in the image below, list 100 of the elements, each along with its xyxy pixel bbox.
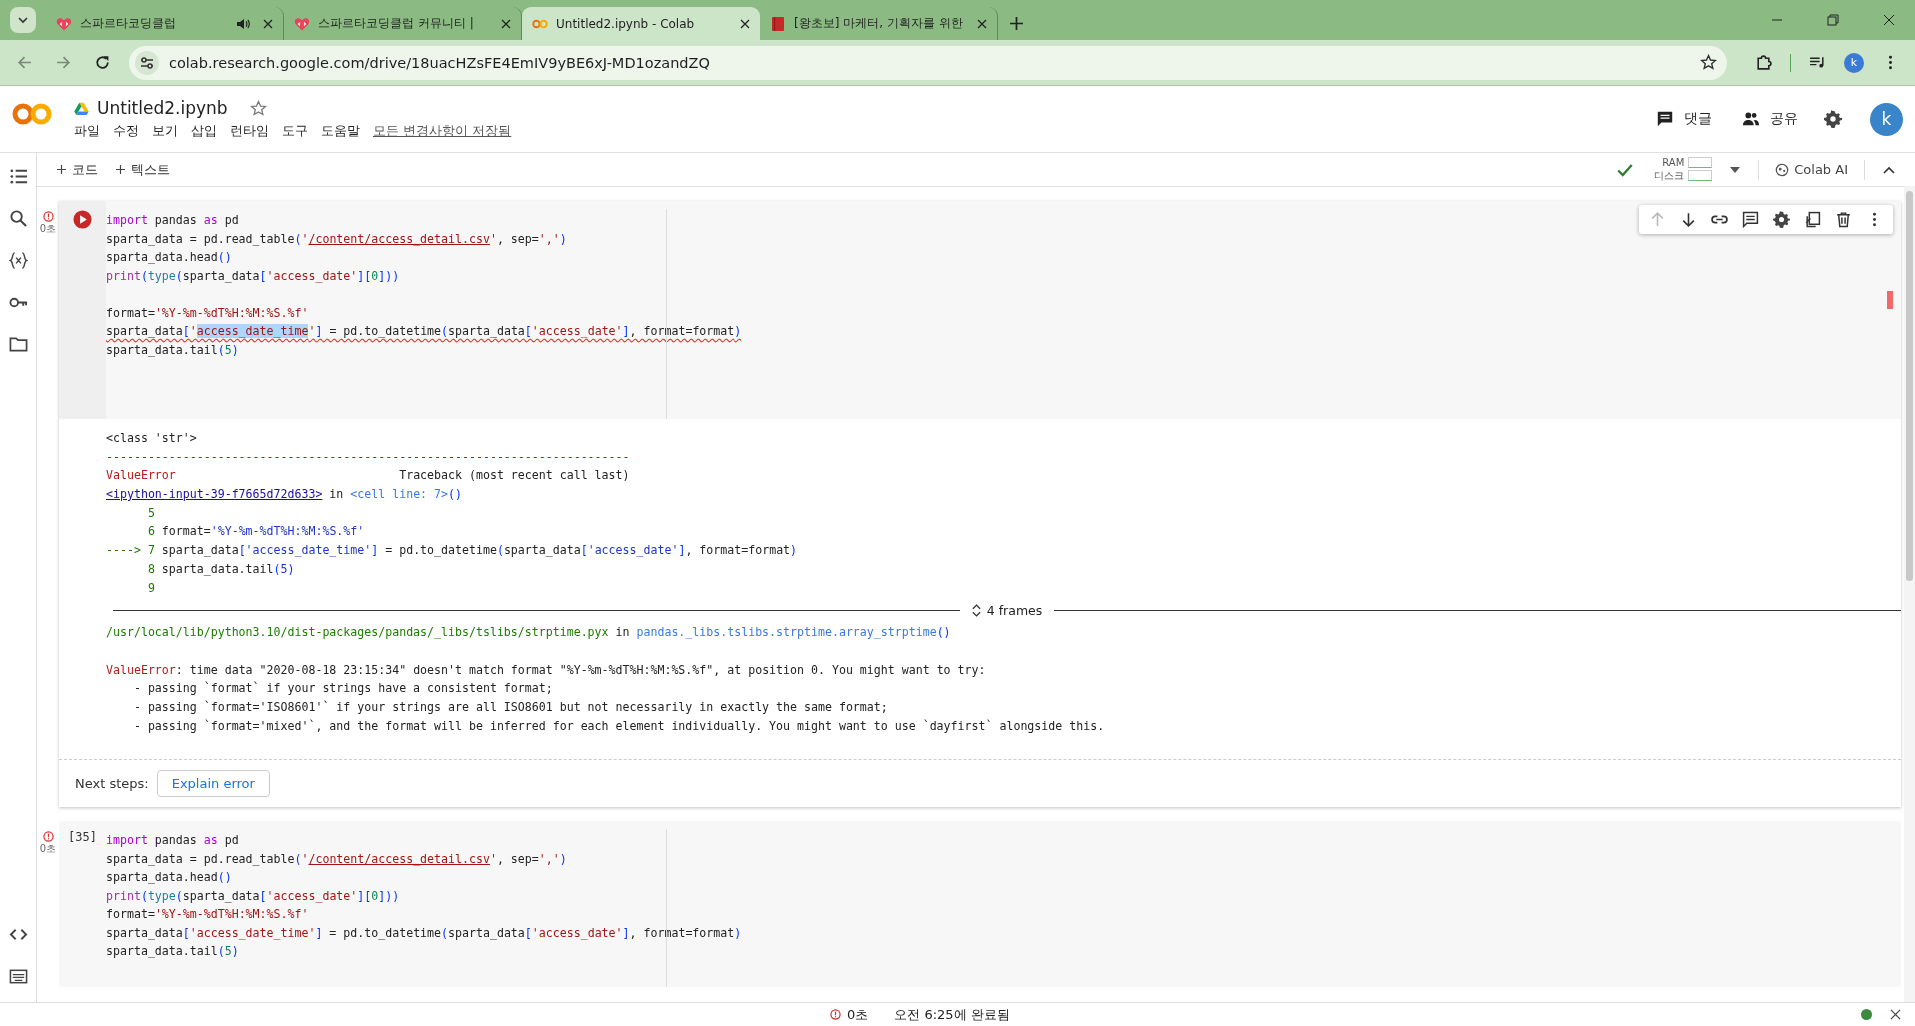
comment-icon[interactable] <box>1742 211 1759 228</box>
close-icon[interactable] <box>501 18 511 29</box>
menu-item[interactable]: 파일 <box>74 122 100 140</box>
status-message: 오전 6:25에 완료됨 <box>894 1005 1010 1024</box>
error-marker <box>1887 291 1893 309</box>
output-line: ----> 7 sparta_data['access_date_time'] = pd.to_datetime(sparta_data['access_date'], format=format) <box>106 542 798 560</box>
puzzle-icon[interactable] <box>1755 54 1772 71</box>
menu-item[interactable]: 보기 <box>152 122 178 140</box>
code-line: sparta_data = pd.read_table('/content/access_detail.csv', sep=',') <box>106 230 567 248</box>
restore-icon[interactable] <box>1827 14 1839 26</box>
chevron-down-icon <box>17 14 29 26</box>
output-line: /usr/local/lib/python3.10/dist-packages/pandas/_libs/tslibs/strptime.pyx in pandas._libs.tslibs.strptime.array_strptime() <box>106 624 951 642</box>
folder-icon[interactable] <box>8 335 28 354</box>
menu-item[interactable]: 삽입 <box>191 122 217 140</box>
settings-icon[interactable] <box>1773 211 1790 228</box>
address-field[interactable]: colab.research.google.com/drive/18uacHZsFE4EmIV9yBE6xJ-MD1ozandZQ <box>129 45 1727 80</box>
trash-icon[interactable] <box>1835 211 1852 228</box>
close-icon[interactable] <box>1883 14 1895 26</box>
table-of-contents-icon[interactable] <box>8 167 28 186</box>
code-cell[interactable] <box>59 201 1901 808</box>
colab-ai-button[interactable]: Colab AI <box>1769 161 1854 178</box>
heart-code-icon <box>294 15 310 32</box>
code-line: format='%Y-%m-%dT%H:%M:%S.%f' <box>106 304 309 322</box>
output-line: ValueError Traceback (most recent call last) <box>106 467 630 485</box>
code-line: import pandas as pd <box>106 832 239 850</box>
code-line: sparta_data.tail(5) <box>106 341 239 359</box>
output-line: --------------------------------------------------------------------------- <box>106 448 630 466</box>
tab-title: Untitled2.ipynb - Colab <box>556 16 696 31</box>
output-line: - passing `format` if your strings have a consistent format; <box>132 680 553 698</box>
ram-label: RAM <box>1662 156 1685 168</box>
drive-icon[interactable] <box>74 101 89 115</box>
menu-item[interactable]: 도움말 <box>321 122 360 140</box>
people-icon <box>1742 110 1760 128</box>
book-icon <box>770 15 786 32</box>
colab-logo-icon[interactable] <box>12 102 52 126</box>
traceback-link[interactable]: <ipython-input-39-f7665d72d633> <box>106 487 323 502</box>
disk-label: 디스크 <box>1654 168 1685 183</box>
code-line: sparta_data.tail(5) <box>106 943 239 961</box>
comment-icon <box>1656 110 1674 128</box>
output-line: 9 <box>146 579 155 597</box>
reload-icon[interactable] <box>94 54 111 71</box>
save-status-link[interactable]: 모든 변경사항이 저장됨 <box>373 122 512 140</box>
menu-item[interactable]: 수정 <box>113 122 139 140</box>
tab-title: 스파르타코딩클럽 커뮤니티 | <box>318 15 475 32</box>
close-icon[interactable] <box>263 18 273 29</box>
variables-icon[interactable] <box>8 251 28 270</box>
close-icon[interactable] <box>740 18 750 29</box>
add-text-button[interactable]: 텍스트 <box>112 158 174 181</box>
tab-search-button[interactable] <box>10 7 36 33</box>
run-button[interactable] <box>73 210 92 229</box>
ram-meter <box>1688 156 1713 168</box>
heart-code-icon <box>56 15 72 32</box>
mirror-cell-icon[interactable] <box>1804 211 1821 228</box>
explain-error-button[interactable]: Explain error <box>156 770 270 798</box>
output-line: 8 sparta_data.tail(5) <box>146 560 295 578</box>
plus-icon <box>116 165 125 174</box>
terminal-icon[interactable] <box>8 967 28 986</box>
output-line: 5 <box>146 504 155 522</box>
code-cell[interactable] <box>59 821 1901 987</box>
ai-icon <box>1775 162 1790 177</box>
plus-icon <box>57 165 66 174</box>
close-icon[interactable] <box>1890 1009 1901 1020</box>
code-line: sparta_data['access_date_time'] = pd.to_datetime(sparta_data['access_date'], format=format) <box>106 323 742 340</box>
code-line: sparta_data.head() <box>106 869 232 887</box>
star-icon[interactable] <box>249 99 267 117</box>
new-tab-icon[interactable] <box>1010 17 1023 30</box>
menu-item[interactable]: 도구 <box>282 122 308 140</box>
comment-button[interactable]: 댓글 <box>1652 106 1716 132</box>
tab-title: 스파르타코딩클럽 <box>80 15 177 32</box>
forward-icon[interactable] <box>55 54 72 71</box>
next-steps-label: Next steps: <box>75 776 149 792</box>
caret-icon[interactable] <box>1730 166 1741 173</box>
code-line: print(type(sparta_data['access_date'][0])) <box>106 887 400 905</box>
code-line: sparta_data['access_date_time'] = pd.to_datetime(sparta_data['access_date'], format=format) <box>106 924 742 942</box>
move-down-icon[interactable] <box>1680 211 1697 228</box>
user-avatar[interactable]: k <box>1870 102 1903 136</box>
back-icon[interactable] <box>16 54 33 71</box>
output-line: - passing `format='ISO8601'` if your strings are all ISO8601 but not necessarily in exactly the same format; <box>132 698 888 716</box>
scrollbar[interactable] <box>1904 186 1915 1002</box>
star-icon[interactable] <box>1700 54 1717 71</box>
tab-title: [왕초보] 마케터, 기획자를 위한 <box>794 15 964 32</box>
share-button[interactable]: 공유 <box>1738 106 1802 132</box>
expand-icon <box>971 603 981 617</box>
settings-icon[interactable] <box>1824 110 1842 128</box>
collapse-icon[interactable] <box>1883 165 1895 174</box>
execution-time: 0초 <box>39 222 57 236</box>
output-line: - passing `format='mixed'`, and the format will be inferred for each element individually. You might want to use `dayfirst` alongside this. <box>132 717 1105 735</box>
menu-item[interactable]: 런타임 <box>230 122 269 140</box>
output-line: ValueError: time data "2020-08-18 23:15:34" doesn't match format "%Y-%m-%dT%H:%M:%S.%f", at position 0. You might want to try: <box>106 661 986 679</box>
site-settings-icon[interactable] <box>135 50 159 75</box>
profile-avatar[interactable]: k <box>1844 52 1864 73</box>
execution-time: 0초 <box>39 842 57 857</box>
output-line: 6 format='%Y-%m-%dT%H:%M:%S.%f' <box>146 523 365 541</box>
close-icon[interactable] <box>977 18 987 29</box>
code-line: format='%Y-%m-%dT%H:%M:%S.%f' <box>106 906 309 924</box>
notebook-title[interactable]: Untitled2.ipynb <box>97 98 228 118</box>
search-icon[interactable] <box>8 209 28 228</box>
add-code-button[interactable]: 코드 <box>53 158 102 181</box>
frames-toggle[interactable]: 4 frames <box>971 602 1043 618</box>
browser-tab[interactable]: Untitled2.ipynb - Colab <box>522 7 760 40</box>
